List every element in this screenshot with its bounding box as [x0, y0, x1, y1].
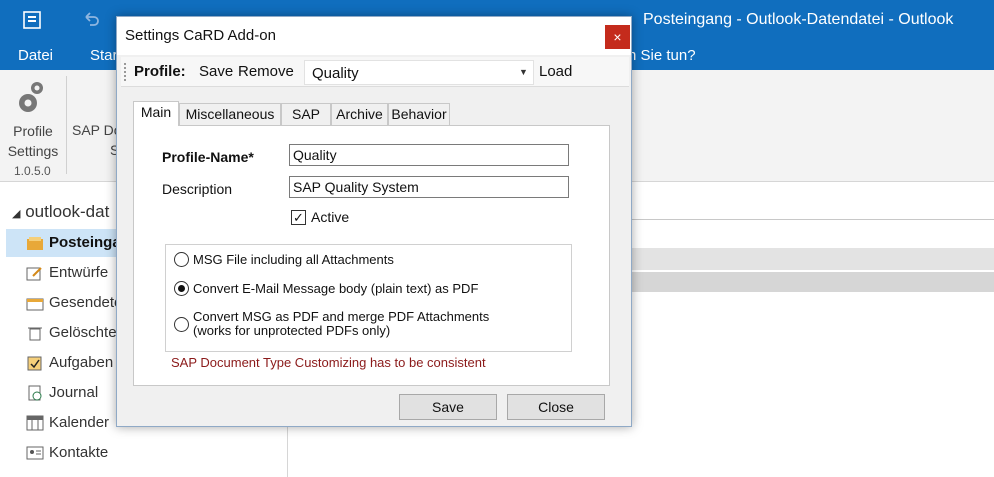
addon-version: 1.0.5.0: [14, 164, 51, 178]
radio-convert-body-label: Convert E-Mail Message body (plain text)…: [193, 281, 479, 296]
chevron-down-icon[interactable]: ▼: [519, 67, 528, 77]
contacts-icon: [26, 446, 44, 460]
profile-settings-label-2: Settings: [7, 143, 59, 159]
profile-settings-label-1: Profile: [13, 123, 53, 139]
tasks-icon: [27, 356, 42, 371]
description-label: Description: [162, 181, 233, 197]
gears-icon: [19, 82, 43, 112]
radio-msg-file[interactable]: [174, 252, 189, 267]
inbox-icon: [27, 237, 43, 250]
outlook-app-icon: [23, 11, 41, 29]
active-checkbox[interactable]: ✓: [291, 210, 306, 225]
active-label: Active: [311, 209, 350, 225]
toolbar-load-button[interactable]: Load: [539, 63, 572, 80]
toolbar-remove-button[interactable]: Remove: [238, 63, 294, 80]
trash-icon: [28, 327, 42, 341]
tell-me-box[interactable]: n Sie tun?: [628, 47, 696, 64]
drafts-icon: [26, 267, 42, 281]
radio-convert-merge-note: (works for unprotected PDFs only): [193, 323, 391, 338]
dialog-title-bar[interactable]: Settings CaRD Add-on ×: [117, 17, 631, 55]
toolbar-save-button[interactable]: Save: [199, 63, 233, 80]
radio-msg-file-label: MSG File including all Attachments: [193, 252, 394, 267]
sap-doc-label-2: S: [110, 142, 120, 158]
profile-select[interactable]: Quality ▼: [304, 60, 534, 85]
close-button[interactable]: Close: [507, 394, 605, 420]
tab-miscellaneous[interactable]: Miscellaneous: [179, 103, 281, 125]
tab-behavior[interactable]: Behavior: [388, 103, 450, 125]
main-tab-panel: Profile-Name* Quality Description SAP Qu…: [133, 125, 610, 386]
ribbon-separator: [66, 76, 67, 174]
sap-doc-label-1: SAP Do: [72, 122, 122, 138]
attachment-mode-group: MSG File including all Attachments Conve…: [165, 244, 572, 352]
folder-contacts[interactable]: Kontakte: [6, 439, 288, 467]
undo-icon[interactable]: [80, 9, 102, 31]
tab-sap[interactable]: SAP: [281, 103, 331, 125]
menu-file[interactable]: Datei: [18, 47, 53, 64]
sent-icon: [26, 298, 44, 311]
journal-icon: [28, 385, 42, 401]
radio-convert-merge[interactable]: [174, 317, 189, 332]
dialog-title: Settings CaRD Add-on: [125, 27, 276, 44]
radio-convert-body[interactable]: [174, 281, 189, 296]
profile-name-label: Profile-Name*: [162, 149, 254, 165]
sap-document-button[interactable]: SAP Do S: [72, 120, 122, 160]
tab-main[interactable]: Main: [133, 101, 179, 126]
description-input[interactable]: SAP Quality System: [289, 176, 569, 198]
profile-select-value: Quality: [312, 65, 359, 82]
calendar-icon: [26, 415, 44, 431]
profile-label: Profile:: [134, 63, 186, 80]
toolbar-grip[interactable]: [124, 63, 127, 81]
settings-dialog: Settings CaRD Add-on × Profile: Save Rem…: [116, 16, 632, 427]
profile-settings-button[interactable]: Profile Settings: [4, 76, 62, 161]
tree-root-outlook-data[interactable]: ◢ outlook-dat: [12, 202, 109, 222]
window-title: Posteingang - Outlook-Datendatei - Outlo…: [643, 11, 954, 28]
radio-convert-merge-label: Convert MSG as PDF and merge PDF Attachm…: [193, 309, 490, 324]
customizing-warning: SAP Document Type Customizing has to be …: [171, 355, 486, 370]
tab-archive[interactable]: Archive: [331, 103, 388, 125]
profile-name-input[interactable]: Quality: [289, 144, 569, 166]
profile-toolbar: Profile: Save Remove Quality ▼ Load: [121, 57, 629, 87]
close-icon[interactable]: ×: [605, 25, 630, 49]
save-button[interactable]: Save: [399, 394, 497, 420]
menu-start[interactable]: Star: [90, 47, 118, 64]
